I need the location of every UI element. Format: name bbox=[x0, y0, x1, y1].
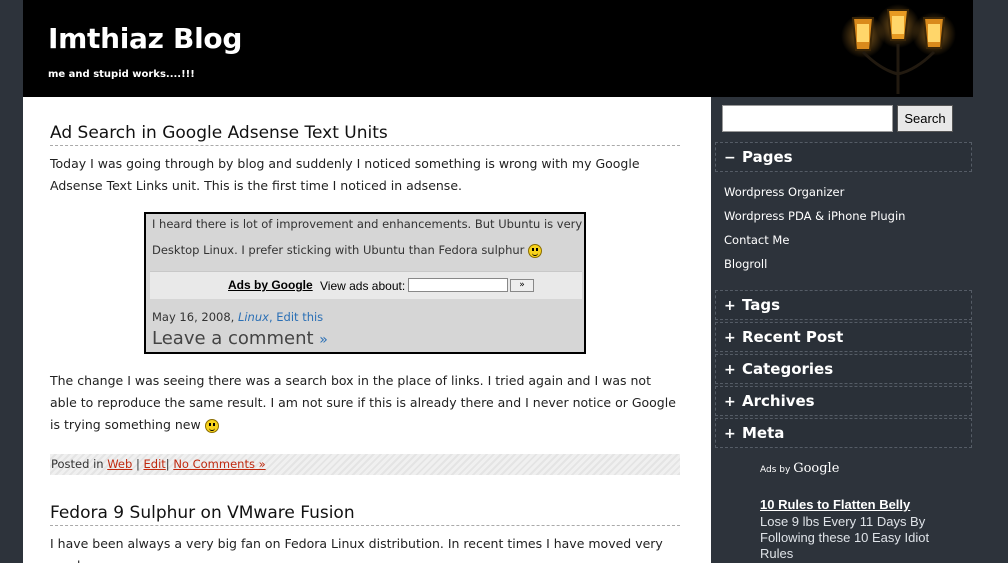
text-ad[interactable]: 10 Rules to Flatten Belly Lose 9 lbs Eve… bbox=[760, 497, 960, 562]
post-meta-bar: Posted in Web | Edit| No Comments » bbox=[50, 454, 680, 475]
widget-title: Archives bbox=[742, 392, 815, 410]
pages-list: Wordpress Organizer Wordpress PDA & iPho… bbox=[724, 183, 905, 279]
adsense-search-bar: Ads by Google View ads about: » bbox=[150, 271, 582, 299]
expand-icon: + bbox=[724, 298, 736, 314]
separator: | bbox=[135, 457, 140, 471]
smiley-icon bbox=[528, 243, 543, 258]
ads-by-google-link: Ads by Google bbox=[228, 278, 313, 292]
ad-body-text: Lose 9 lbs Every 11 Days By Following th… bbox=[760, 514, 930, 561]
widget-title: Pages bbox=[742, 148, 793, 166]
post-title[interactable]: Fedora 9 Sulphur on VMware Fusion bbox=[50, 503, 680, 526]
blog-header: Imthiaz Blog me and stupid works....!!! bbox=[23, 0, 973, 97]
expand-icon: + bbox=[724, 362, 736, 378]
posted-in-label: Posted in bbox=[51, 457, 104, 471]
widget-archives[interactable]: + Archives bbox=[715, 386, 972, 416]
screenshot-text-line-2: Desktop Linux. I prefer sticking with Ub… bbox=[152, 243, 543, 258]
widget-title: Recent Post bbox=[742, 328, 844, 346]
screenshot-edit: Edit this bbox=[276, 310, 324, 324]
blog-title[interactable]: Imthiaz Blog bbox=[48, 22, 242, 55]
view-ads-label: View ads about: bbox=[320, 279, 406, 293]
leave-comment-arrow: » bbox=[319, 332, 328, 348]
post-body-text: The change I was seeing there was a sear… bbox=[50, 373, 676, 432]
street-lamps-image bbox=[841, 4, 956, 94]
leave-comment-text: Leave a comment bbox=[152, 328, 314, 349]
widget-recent-post[interactable]: + Recent Post bbox=[715, 322, 972, 352]
widget-meta[interactable]: + Meta bbox=[715, 418, 972, 448]
ads-search-input bbox=[408, 278, 508, 292]
page-link[interactable]: Wordpress Organizer bbox=[724, 183, 905, 207]
ad-title-link[interactable]: 10 Rules to Flatten Belly bbox=[760, 497, 960, 512]
embedded-screenshot: I heard there is lot of improvement and … bbox=[144, 212, 586, 354]
edit-link[interactable]: Edit bbox=[144, 457, 166, 471]
page-link[interactable]: Blogroll bbox=[724, 255, 905, 279]
widget-title: Meta bbox=[742, 424, 785, 442]
smiley-icon bbox=[204, 418, 219, 433]
expand-icon: + bbox=[724, 426, 736, 442]
expand-icon: + bbox=[724, 394, 736, 410]
category-link[interactable]: Web bbox=[107, 457, 132, 471]
widget-pages[interactable]: − Pages bbox=[715, 142, 972, 172]
main-content: Ad Search in Google Adsense Text Units T… bbox=[23, 97, 711, 563]
comments-link[interactable]: No Comments » bbox=[173, 457, 265, 471]
widget-title: Categories bbox=[742, 360, 834, 378]
page-link[interactable]: Contact Me bbox=[724, 231, 905, 255]
post-intro: Today I was going through by blog and su… bbox=[50, 156, 640, 193]
post-title[interactable]: Ad Search in Google Adsense Text Units bbox=[50, 123, 680, 146]
separator: | bbox=[165, 457, 170, 471]
post-body: The change I was seeing there was a sear… bbox=[50, 370, 680, 436]
google-logo: Google bbox=[793, 461, 840, 476]
collapse-icon: − bbox=[724, 150, 736, 166]
post-intro: I have been always a very big fan on Fed… bbox=[50, 536, 663, 563]
ads-by-google-label[interactable]: Ads by Google bbox=[760, 461, 839, 476]
blog-description: me and stupid works....!!! bbox=[48, 69, 195, 80]
ads-by-text: Ads by bbox=[760, 465, 791, 475]
screenshot-leave-comment: Leave a comment » bbox=[152, 328, 328, 349]
search-input[interactable] bbox=[722, 105, 893, 132]
page-link[interactable]: Wordpress PDA & iPhone Plugin bbox=[724, 207, 905, 231]
screenshot-text: Desktop Linux. I prefer sticking with Ub… bbox=[152, 243, 525, 257]
widget-tags[interactable]: + Tags bbox=[715, 290, 972, 320]
expand-icon: + bbox=[724, 330, 736, 346]
ads-search-button: » bbox=[510, 279, 534, 292]
screenshot-post-meta: May 16, 2008, Linux, Edit this bbox=[152, 310, 324, 324]
sidebar: Search − Pages Wordpress Organizer Wordpr… bbox=[711, 97, 973, 563]
screenshot-category: Linux bbox=[237, 310, 269, 324]
screenshot-date: May 16, 2008, bbox=[152, 310, 235, 324]
widget-title: Tags bbox=[742, 296, 781, 314]
widget-categories[interactable]: + Categories bbox=[715, 354, 972, 384]
search-button[interactable]: Search bbox=[897, 105, 953, 132]
screenshot-text-line: I heard there is lot of improvement and … bbox=[152, 217, 586, 231]
